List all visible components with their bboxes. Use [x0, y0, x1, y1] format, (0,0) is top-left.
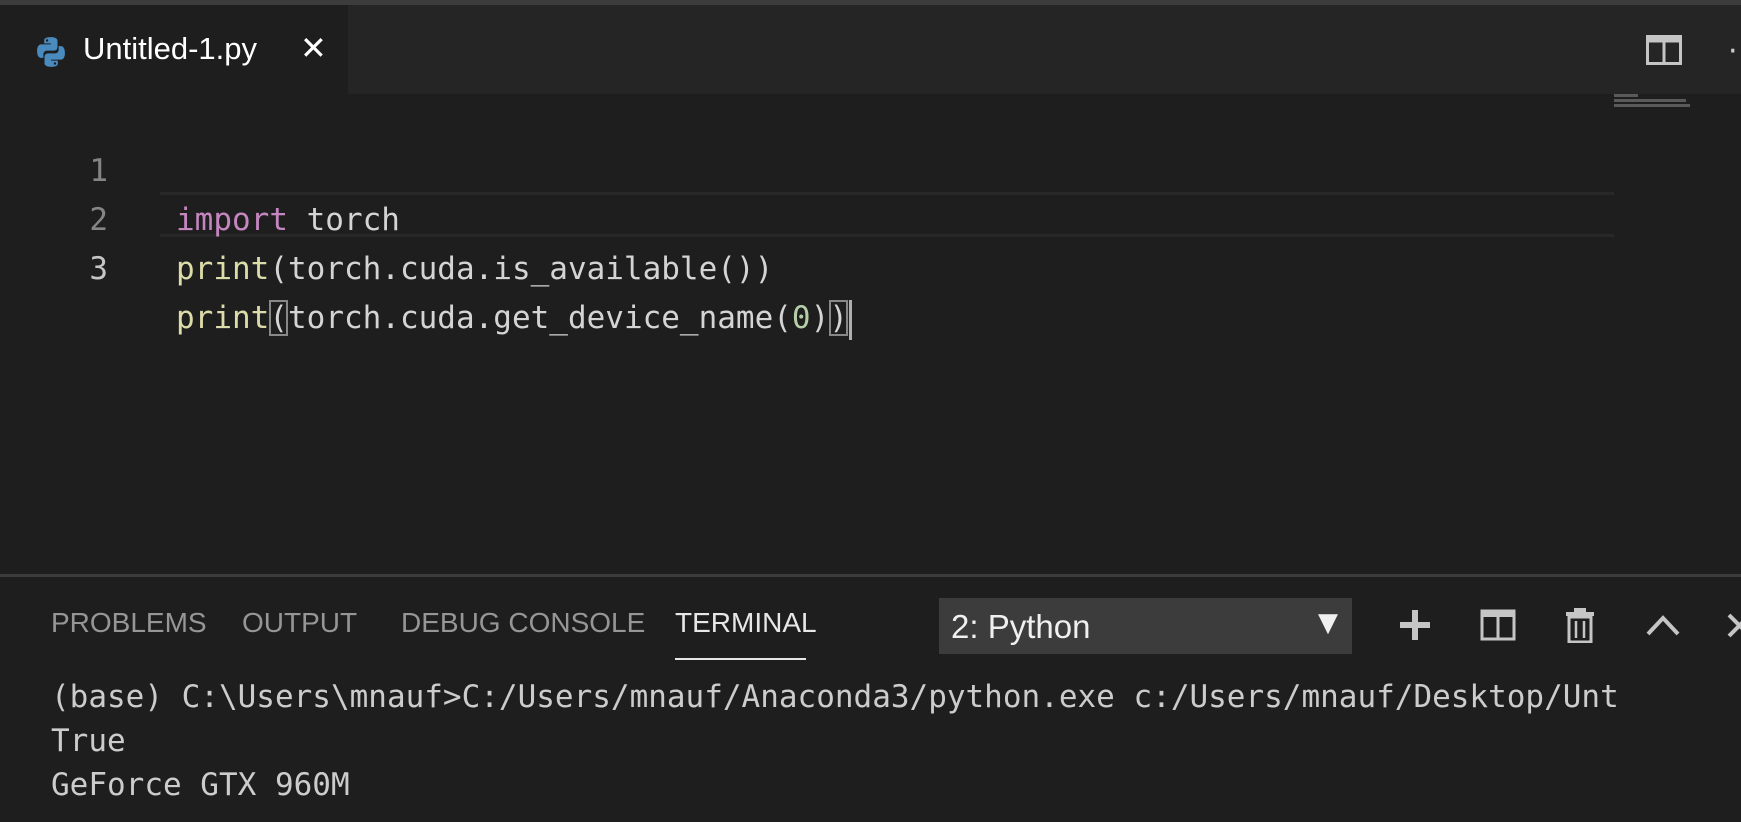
more-actions-icon[interactable]: ·: [1728, 37, 1738, 67]
expression-token: torch.cuda.get_device_name(: [288, 300, 792, 336]
tab-terminal[interactable]: TERMINAL: [675, 607, 817, 639]
terminal-selector-value: 2: Python: [951, 608, 1091, 645]
new-terminal-icon[interactable]: [1397, 607, 1433, 643]
close-icon[interactable]: ✕: [300, 32, 327, 64]
bottom-panel: PROBLEMS OUTPUT DEBUG CONSOLE TERMINAL 2…: [0, 574, 1741, 822]
minimap-line: [1614, 94, 1638, 97]
matching-bracket-close: ): [829, 300, 848, 336]
number-token: 0: [791, 300, 811, 336]
editor-tab-untitled-1[interactable]: Untitled-1.py ✕: [0, 5, 348, 94]
tab-debug-console[interactable]: DEBUG CONSOLE: [401, 607, 645, 639]
line-content: print(torch.cuda.is_available()): [176, 245, 773, 294]
code-line-2[interactable]: 2 print(torch.cuda.is_available()): [0, 147, 1741, 287]
code-editor[interactable]: 1 import torch 2 print(torch.cuda.is_ava…: [0, 94, 1741, 574]
tab-output[interactable]: OUTPUT: [242, 607, 357, 639]
terminal-selector[interactable]: 2: Python ▼: [939, 598, 1352, 654]
terminal-line: GeForce GTX 960M: [51, 767, 350, 803]
tab-problems[interactable]: PROBLEMS: [51, 607, 207, 639]
expression-token: (torch.cuda.is_available()): [269, 251, 774, 287]
tab-filename: Untitled-1.py: [83, 31, 258, 66]
close-panel-icon[interactable]: [1726, 607, 1741, 643]
terminal-line: (base) C:\Users\mnauf>C:/Users/mnauf/Ana…: [51, 679, 1619, 715]
line-content: print(torch.cuda.get_device_name(0)): [176, 294, 852, 343]
minimap-line: [1614, 104, 1690, 107]
matching-bracket-open: (: [269, 300, 288, 336]
split-editor-icon[interactable]: [1646, 35, 1682, 65]
minimap-line: [1614, 99, 1686, 102]
split-terminal-icon[interactable]: [1480, 607, 1516, 643]
code-line-1[interactable]: 1 import torch: [0, 98, 1741, 238]
terminal-output[interactable]: (base) C:\Users\mnauf>C:/Users/mnauf/Ana…: [51, 675, 1619, 807]
code-line-3[interactable]: 3 print(torch.cuda.get_device_name(0)): [0, 196, 1741, 340]
vscode-window: Untitled-1.py ✕ · 1 import torch 2 print…: [0, 0, 1741, 822]
function-token: print: [176, 251, 270, 287]
function-token: print: [176, 300, 270, 336]
trash-icon[interactable]: [1562, 607, 1598, 643]
editor-tab-bar: Untitled-1.py ✕ ·: [0, 5, 1741, 94]
chevron-down-icon: ▼: [1318, 608, 1338, 638]
text-cursor: [848, 299, 852, 340]
active-tab-indicator: [675, 658, 806, 660]
minimap[interactable]: [1614, 94, 1694, 114]
terminal-line: True: [51, 723, 126, 759]
python-icon: [37, 37, 65, 67]
paren-token: ): [810, 300, 830, 336]
line-number: 3: [89, 251, 108, 287]
chevron-up-icon[interactable]: [1645, 607, 1681, 643]
